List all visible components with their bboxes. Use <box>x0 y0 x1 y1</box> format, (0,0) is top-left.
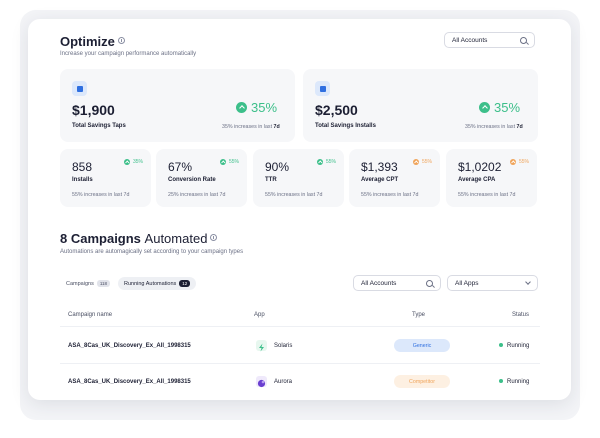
chevron-down-icon <box>525 279 531 285</box>
campaign-name[interactable]: ASA_8Cas_UK_Discovery_Ex_All_1998315 <box>68 343 191 349</box>
metric-label: Average CPT <box>361 177 399 183</box>
metric-label: TTR <box>265 177 277 183</box>
aurora-app-icon <box>256 376 267 388</box>
count-badge: 118 <box>96 280 111 287</box>
divider <box>60 363 540 364</box>
type-badge: Generic <box>394 339 450 352</box>
metric-label: Average CPA <box>458 177 496 183</box>
metric-trend: 35% <box>124 159 143 165</box>
metric-value: $1,0202 <box>458 160 502 174</box>
metric-card: $1,393 55% Average CPT 55% increases in las… <box>349 149 440 207</box>
status-dot <box>499 343 503 348</box>
optimize-card: Optimize Increase your campaign performa… <box>28 19 571 400</box>
metric-card: 67% 55% Conversion Rate 25% increases in la… <box>156 149 247 207</box>
app-badge-icon <box>315 81 330 96</box>
trend-up-icon <box>220 159 226 165</box>
status-badge: Running <box>499 379 529 385</box>
trend-up-icon <box>413 159 419 165</box>
search-icon <box>426 279 433 287</box>
metric-trend: 55% <box>413 159 432 165</box>
metric-label: Installs <box>72 177 93 183</box>
campaign-name[interactable]: ASA_8Cas_UK_Discovery_Ex_All_1998315 <box>68 379 191 385</box>
trend-up-icon <box>479 102 490 113</box>
tab-campaigns[interactable]: Campaigns 118 <box>60 277 116 290</box>
app-badge-icon <box>72 81 87 96</box>
metric-note: 55% increases in last 7d <box>72 192 130 198</box>
savings-note: 35% increases in last 7d <box>465 124 523 130</box>
metric-value: 858 <box>72 160 93 174</box>
apps-select[interactable]: All Apps <box>447 275 538 291</box>
metric-card: $1,0202 55% Average CPA 55% increases in la… <box>446 149 537 207</box>
metric-note: 55% increases in last 7d <box>361 192 419 198</box>
metric-trend: 55% <box>317 159 336 165</box>
status-dot <box>499 379 503 384</box>
count-badge: 12 <box>179 280 191 287</box>
tab-running-automations[interactable]: Running Automations 12 <box>118 277 197 290</box>
trend-up-icon <box>510 159 516 165</box>
trend-up-icon <box>236 102 247 113</box>
metric-card: 90% 55% TTR 55% increases in last 7d <box>253 149 344 207</box>
info-icon[interactable] <box>210 234 218 241</box>
column-header-name[interactable]: Campaign name <box>68 312 112 318</box>
page-title: Optimize <box>60 34 125 49</box>
account-select[interactable]: All Accounts <box>444 32 535 48</box>
metric-trend: 55% <box>510 159 529 165</box>
app-name: Solaris <box>274 343 293 349</box>
app-name: Aurora <box>274 379 293 385</box>
info-icon[interactable] <box>117 37 125 44</box>
type-badge: Competitor <box>394 375 450 388</box>
metric-card: 858 35% Installs 55% increases in last 7d <box>60 149 151 207</box>
status-badge: Running <box>499 343 529 349</box>
savings-label: Total Savings Installs <box>315 123 376 129</box>
campaign-account-select[interactable]: All Accounts <box>353 275 441 291</box>
metric-value: 90% <box>265 160 290 174</box>
campaigns-subtitle: Automations are automagically set accord… <box>60 249 244 255</box>
savings-label: Total Savings Taps <box>72 123 126 129</box>
trend-up-icon <box>317 159 323 165</box>
savings-value: $1,900 <box>72 102 115 118</box>
column-header-status[interactable]: Status <box>512 312 529 318</box>
savings-note: 35% increases in last 7d <box>222 124 280 130</box>
page-subtitle: Increase your campaign performance autom… <box>60 51 197 57</box>
metric-value: 67% <box>168 160 193 174</box>
column-header-app[interactable]: App <box>254 312 265 318</box>
metric-trend: 55% <box>220 159 239 165</box>
metric-note: 25% increases in last 7d <box>168 192 226 198</box>
campaigns-title: 8 Campaigns Automated <box>60 231 218 246</box>
savings-card-taps: $1,900 Total Savings Taps 35% 35% increa… <box>60 69 295 142</box>
metric-value: $1,393 <box>361 160 398 174</box>
savings-trend: 35% <box>479 100 520 115</box>
solaris-app-icon <box>256 340 267 352</box>
savings-card-installs: $2,500 Total Savings Installs 35% 35% in… <box>303 69 538 142</box>
search-icon <box>520 36 527 44</box>
metric-label: Conversion Rate <box>168 177 216 183</box>
savings-value: $2,500 <box>315 102 358 118</box>
campaign-account-select-value: All Accounts <box>361 279 397 287</box>
column-header-type[interactable]: Type <box>412 312 425 318</box>
divider <box>60 326 540 327</box>
savings-trend: 35% <box>236 100 277 115</box>
metric-note: 55% increases in last 7d <box>458 192 516 198</box>
apps-select-value: All Apps <box>455 279 479 287</box>
metric-note: 55% increases in last 7d <box>265 192 323 198</box>
account-select-value: All Accounts <box>452 36 488 44</box>
trend-up-icon <box>124 159 130 165</box>
